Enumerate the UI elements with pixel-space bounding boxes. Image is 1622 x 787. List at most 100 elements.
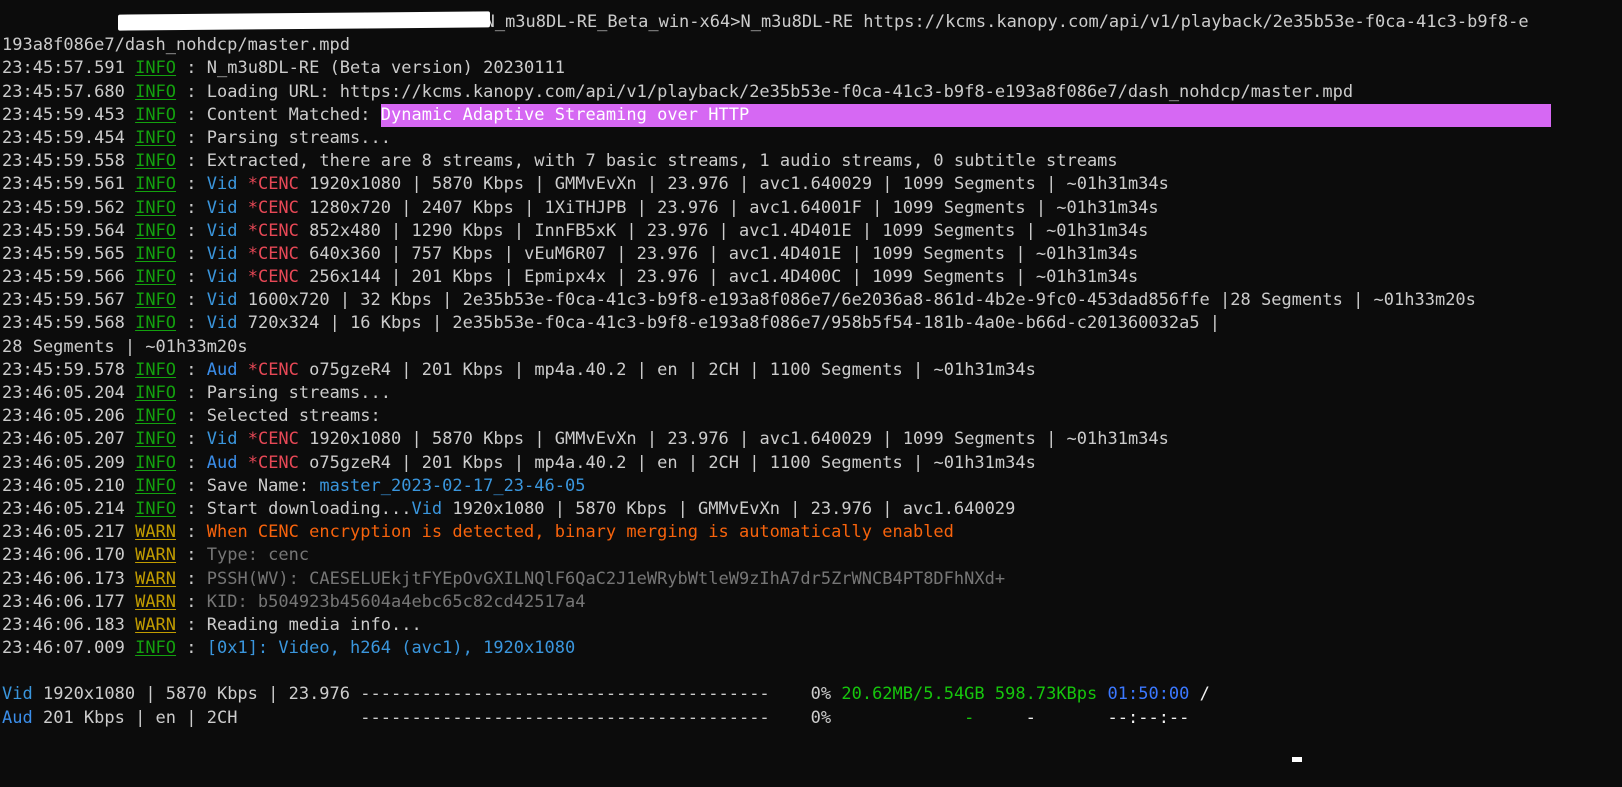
- stream-type: Vid: [206, 197, 238, 218]
- log-message: Reading media info...: [206, 614, 422, 635]
- log-message: 1920x1080 | 5870 Kbps | GMMvEvXn | 23.97…: [309, 174, 1169, 195]
- log-level: INFO: [135, 151, 177, 172]
- log-level: INFO: [135, 498, 177, 519]
- log-timestamp: 23:46:05.217: [2, 522, 125, 543]
- warning-detail: PSSH(WV): CAESELUEkjtFYEpOvGXILNQlF6QaC2…: [206, 568, 1006, 589]
- log-level: INFO: [135, 638, 177, 659]
- progress-video-spinner: /: [1199, 684, 1210, 705]
- log-level: INFO: [135, 81, 177, 102]
- log-timestamp: 23:46:06.170: [2, 545, 125, 566]
- stream-type: Vid: [206, 290, 238, 311]
- log-level: INFO: [135, 267, 177, 288]
- warning-message: When CENC encryption is detected, binary…: [206, 522, 954, 543]
- log-message: Parsing streams...: [206, 127, 391, 148]
- log-level: WARN: [135, 522, 177, 543]
- log-timestamp: 23:45:59.565: [2, 243, 125, 264]
- progress-audio-bar: ----------------------------------------: [360, 707, 770, 728]
- progress-video-type: Vid: [2, 684, 33, 705]
- log-timestamp: 23:45:59.454: [2, 127, 125, 148]
- log-timestamp: 23:45:59.453: [2, 104, 125, 125]
- log-message: o75gzeR4 | 201 Kbps | mp4a.40.2 | en | 2…: [309, 452, 1036, 473]
- log-wrap-text: 28 Segments | ~01h33m20s: [2, 336, 248, 357]
- log-timestamp: 23:45:59.561: [2, 174, 125, 195]
- log-message: Start downloading...: [206, 498, 412, 519]
- terminal-output: N_m3u8DL-RE_Beta_win-x64>N_m3u8DL-RE htt…: [2, 11, 1620, 730]
- log-line: 23:45:59.454 INFO : Parsing streams...: [2, 127, 391, 148]
- cenc-flag: *CENC: [247, 197, 299, 218]
- log-timestamp: 23:46:05.207: [2, 429, 125, 450]
- log-timestamp: 23:45:59.567: [2, 290, 125, 311]
- log-message: 1280x720 | 2407 Kbps | 1XiTHJPB | 23.976…: [309, 197, 1159, 218]
- log-line: 23:45:59.566 INFO : Vid *CENC 256x144 | …: [2, 267, 1139, 288]
- cenc-flag: *CENC: [247, 174, 299, 195]
- log-message: 720x324 | 16 Kbps | 2e35b53e-f0ca-41c3-b…: [247, 313, 1221, 334]
- warning-detail: KID: b504923b45604a4ebc65c82cd42517a4: [206, 591, 586, 612]
- stream-type: Vid: [411, 498, 443, 519]
- stream-type: Vid: [206, 313, 238, 334]
- log-level: WARN: [135, 568, 177, 589]
- log-timestamp: 23:45:59.562: [2, 197, 125, 218]
- progress-audio-type: Aud: [2, 707, 33, 728]
- progress-audio-eta: --:--:--: [1107, 707, 1190, 728]
- log-level: INFO: [135, 58, 177, 79]
- log-line: 23:45:59.561 INFO : Vid *CENC 1920x1080 …: [2, 174, 1169, 195]
- log-timestamp: 23:46:06.183: [2, 614, 125, 635]
- log-message: Content Matched:: [206, 104, 381, 125]
- log-line: 23:46:05.217 WARN : When CENC encryption…: [2, 522, 954, 543]
- log-timestamp: 23:45:59.564: [2, 220, 125, 241]
- log-line: 23:45:59.565 INFO : Vid *CENC 640x360 | …: [2, 243, 1139, 264]
- log-level: WARN: [135, 545, 177, 566]
- log-line: 23:46:05.207 INFO : Vid *CENC 1920x1080 …: [2, 429, 1169, 450]
- stream-type: Vid: [206, 174, 238, 195]
- warning-detail: Type: cenc: [206, 545, 310, 566]
- log-message: 852x480 | 1290 Kbps | InnFB5xK | 23.976 …: [309, 220, 1149, 241]
- log-timestamp: 23:46:05.214: [2, 498, 125, 519]
- log-level: INFO: [135, 452, 177, 473]
- log-line: 23:46:05.204 INFO : Parsing streams...: [2, 383, 391, 403]
- progress-audio-size: -: [964, 707, 975, 728]
- log-timestamp: 23:46:05.209: [2, 452, 125, 473]
- stream-type: Aud: [206, 359, 238, 380]
- log-timestamp: 23:46:05.206: [2, 406, 125, 427]
- log-level: WARN: [135, 614, 177, 635]
- log-level: INFO: [135, 406, 177, 427]
- progress-video-eta: 01:50:00: [1107, 684, 1190, 705]
- progress-row-audio: Aud 201 Kbps | en | 2CH ----------------…: [2, 707, 1620, 730]
- log-line: 23:45:59.562 INFO : Vid *CENC 1280x720 |…: [2, 197, 1159, 218]
- log-message: Selected streams:: [206, 406, 381, 427]
- progress-audio-percent: 0%: [810, 707, 832, 728]
- log-timestamp: 23:46:05.210: [2, 475, 125, 496]
- progress-audio-desc: 201 Kbps | en | 2CH: [42, 707, 238, 728]
- cenc-flag: *CENC: [247, 220, 299, 241]
- log-line: 23:45:59.564 INFO : Vid *CENC 852x480 | …: [2, 220, 1149, 241]
- log-line: 23:46:05.209 INFO : Aud *CENC o75gzeR4 |…: [2, 452, 1036, 473]
- log-timestamp: 23:46:06.173: [2, 568, 125, 589]
- progress-video-size: 20.62MB/5.54GB: [841, 684, 985, 705]
- log-message: Extracted, there are 8 streams, with 7 b…: [206, 151, 1118, 172]
- log-level: INFO: [135, 127, 177, 148]
- log-line: 23:45:59.558 INFO : Extracted, there are…: [2, 151, 1118, 172]
- log-level: WARN: [135, 591, 177, 612]
- log-level: INFO: [135, 313, 177, 334]
- log-level: INFO: [135, 383, 177, 403]
- log-line: 23:45:57.680 INFO : Loading URL: https:/…: [2, 81, 1354, 102]
- progress-video-bar: ----------------------------------------: [360, 684, 770, 705]
- log-line: 23:45:57.591 INFO : N_m3u8DL-RE (Beta ve…: [2, 58, 565, 79]
- log-level: INFO: [135, 429, 177, 450]
- log-timestamp: 23:46:07.009: [2, 638, 125, 659]
- log-level: INFO: [135, 174, 177, 195]
- log-line: 23:46:05.210 INFO : Save Name: master_20…: [2, 475, 586, 496]
- log-line: 23:46:07.009 INFO : [0x1]: Video, h264 (…: [2, 638, 576, 659]
- stream-type: Vid: [206, 429, 238, 450]
- stream-type: Aud: [206, 452, 238, 473]
- log-message: 640x360 | 757 Kbps | vEuM6R07 | 23.976 |…: [309, 243, 1139, 264]
- cenc-flag: *CENC: [247, 429, 299, 450]
- log-timestamp: 23:45:57.680: [2, 81, 125, 102]
- stream-type: Vid: [206, 267, 238, 288]
- log-timestamp: 23:45:59.558: [2, 151, 125, 172]
- progress-audio-speed: -: [1025, 707, 1036, 728]
- progress-video-desc: 1920x1080 | 5870 Kbps | 23.976: [42, 684, 351, 705]
- log-message: 1600x720 | 32 Kbps | 2e35b53e-f0ca-41c3-…: [247, 290, 1476, 311]
- log-timestamp: 23:45:59.566: [2, 267, 125, 288]
